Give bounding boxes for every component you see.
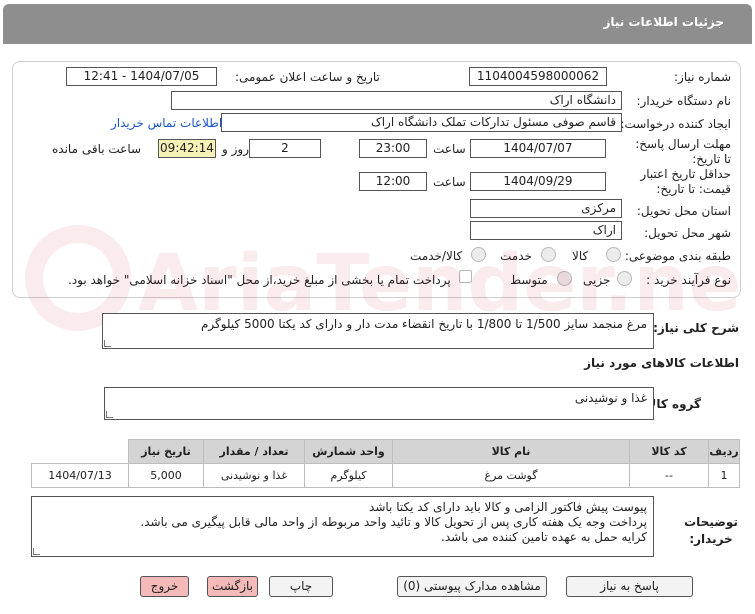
description-label: شرح کلی نیاز: [653, 321, 739, 335]
deadline-time-label: ساعت [433, 142, 466, 156]
back-button[interactable]: بازگشت [207, 576, 258, 597]
process-minor-radio[interactable] [617, 271, 632, 286]
goods-info-title: اطلاعات کالاهای مورد نیاز [584, 356, 739, 370]
need-number-field: 1104004598000062 [469, 67, 607, 86]
cell-item-code: -- [629, 463, 709, 488]
category-goods-service-label: کالا/خدمت [410, 249, 463, 263]
resize-grip-icon[interactable] [106, 411, 113, 418]
table-header-row: ردیف کد کالا نام کالا واحد شمارش تعداد /… [32, 439, 740, 464]
note-line: پرداخت وجه یک هفته کاری پس از تحویل کالا… [140, 515, 647, 529]
category-goods-service-radio[interactable] [471, 247, 486, 262]
category-goods-label: کالا [572, 249, 589, 263]
deadline-label: مهلت ارسال پاسخ: تا تاریخ: [635, 137, 731, 166]
buyer-org-field: دانشگاه اراک [171, 91, 622, 110]
exit-button[interactable]: خروج [140, 576, 189, 597]
province-label: استان محل تحویل: [636, 204, 731, 218]
note-line: کرایه حمل به عهده تامین کننده می باشد. [441, 530, 647, 544]
category-service-radio[interactable] [541, 247, 556, 262]
treasury-payment-note: پرداخت تمام یا بخشی از مبلغ خرید،از محل … [68, 273, 451, 287]
cell-item-name: گوشت مرغ [392, 463, 630, 488]
days-label: روز و [222, 142, 249, 156]
need-number-label: شماره نیاز: [674, 70, 731, 84]
col-item-code: کد کالا [629, 439, 709, 464]
description-text: مرغ منجمد سایز 1/500 تا 1/800 با تاریخ ا… [200, 317, 647, 331]
category-label: طبقه بندی موضوعی: [624, 249, 731, 263]
cell-unit-group: غذا و نوشیدنی [203, 463, 305, 488]
view-attachments-button[interactable]: مشاهده مدارک پیوستی (0) [397, 576, 547, 597]
cell-row-number: 1 [708, 463, 740, 488]
validity-time-field: 12:00 [359, 172, 427, 191]
announce-datetime-field: 1404/07/05 - 12:41 [66, 67, 217, 86]
process-medium-label: متوسط [510, 273, 548, 287]
province-field: مرکزی [470, 199, 622, 218]
category-goods-radio[interactable] [606, 247, 621, 262]
city-field: اراک [470, 221, 622, 240]
cell-need-date: 1404/07/13 [31, 463, 129, 488]
reply-button[interactable]: پاسخ به نیاز [566, 576, 693, 597]
buyer-notes-field: پیوست پیش فاکتور الزامی و کالا باید دارا… [31, 496, 654, 557]
buyer-notes-label: توضیحات خریدار: [684, 515, 738, 546]
creator-label: ایجاد کننده درخواست: [620, 117, 731, 131]
buyer-org-label: نام دستگاه خریدار: [636, 94, 732, 108]
page-header: جزئیات اطلاعات نیاز [3, 4, 752, 44]
deadline-date-field: 1404/07/07 [470, 139, 606, 158]
validity-date-field: 1404/09/29 [470, 172, 606, 191]
col-unit: واحد شمارش [304, 439, 393, 464]
goods-group-text: غذا و نوشیدنی [574, 391, 647, 405]
resize-grip-icon[interactable] [104, 340, 111, 347]
print-button[interactable]: چاپ [269, 576, 333, 597]
city-label: شهر محل تحویل: [644, 226, 731, 240]
deadline-time-field: 23:00 [359, 139, 427, 158]
table-row[interactable]: 1 -- گوشت مرغ کیلوگرم غذا و نوشیدنی 5,00… [31, 463, 740, 488]
description-field: مرغ منجمد سایز 1/500 تا 1/800 با تاریخ ا… [102, 313, 654, 349]
process-medium-radio[interactable] [557, 271, 572, 286]
treasury-payment-checkbox[interactable] [459, 270, 472, 283]
col-item-name: نام کالا [392, 439, 630, 464]
announce-label: تاریخ و ساعت اعلان عمومی: [235, 70, 380, 84]
days-remaining-field: 2 [249, 139, 321, 158]
note-line: پیوست پیش فاکتور الزامی و کالا باید دارا… [369, 500, 647, 514]
validity-label: حداقل تاریخ اعتبار قیمت: تا تاریخ: [640, 167, 731, 196]
cell-quantity: 5,000 [128, 463, 204, 488]
items-table: ردیف کد کالا نام کالا واحد شمارش تعداد /… [31, 439, 740, 488]
resize-grip-icon[interactable] [33, 548, 40, 555]
col-quantity: تعداد / مقدار [203, 439, 305, 464]
creator-field: قاسم صوفی مسئول تدارکات تملک دانشگاه ارا… [221, 113, 622, 132]
category-service-label: خدمت [500, 249, 532, 263]
buyer-contact-link[interactable]: اطلاعات تماس خریدار [111, 116, 222, 130]
col-need-date: تاریخ نیاز [128, 439, 204, 464]
goods-group-field: غذا و نوشیدنی [104, 387, 654, 420]
cell-unit: کیلوگرم [304, 463, 393, 488]
col-row-number: ردیف [708, 439, 740, 464]
remaining-label: ساعت باقی مانده [52, 142, 142, 156]
remaining-time-field: 09:42:14 [158, 139, 216, 158]
page-title: جزئیات اطلاعات نیاز [603, 15, 724, 29]
process-label: نوع فرآیند خرید : [646, 273, 731, 287]
validity-time-label: ساعت [433, 175, 466, 189]
process-minor-label: جزیی [583, 273, 611, 287]
